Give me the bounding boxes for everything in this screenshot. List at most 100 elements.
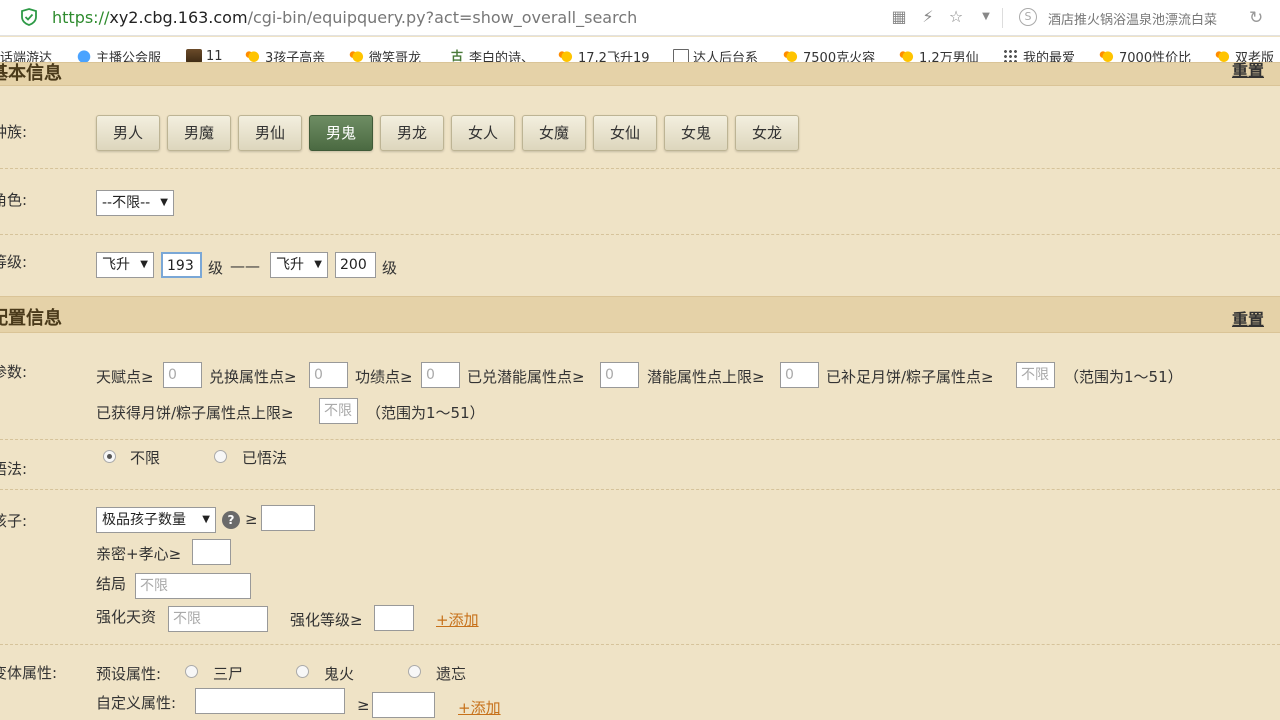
intimacy-label: 亲密+孝心≥ [96,545,182,563]
exchange-label: 兑换属性点≥ [209,368,297,386]
toolbar-divider [1002,8,1003,28]
chevron-down-icon: ▼ [314,259,322,270]
custom-attr-label: 自定义属性: [96,694,177,712]
ending-input[interactable]: 不限 [135,573,251,599]
mooncake-input[interactable]: 不限 [1016,362,1055,388]
role-select[interactable]: --不限-- ▼ [96,190,174,216]
race-button-female-human[interactable]: 女人 [451,115,515,151]
mooncake-max-input[interactable]: 不限 [319,398,358,424]
potential-max-input[interactable]: 0 [780,362,819,388]
custom-attr-input[interactable] [195,688,345,714]
row-divider [0,234,1280,235]
level-from-type-select[interactable]: 飞升 ▼ [96,252,154,278]
preset-option-label: 三尸 [213,665,244,683]
potential-value: 0 [605,367,614,383]
strength-level-input[interactable] [374,605,414,631]
mooncake-placeholder: 不限 [1021,367,1049,383]
grid-icon [1003,49,1019,63]
address-bar[interactable]: https://xy2.cbg.163.com/cgi-bin/equipque… [0,0,1280,36]
race-button-male-immortal[interactable]: 男仙 [238,115,302,151]
refresh-icon[interactable]: ↻ [1249,8,1263,28]
exchange-value: 0 [314,367,323,383]
talent-label: 天赋点≥ [96,368,154,386]
duck-icon [1099,49,1115,63]
preset-option-label: 遗忘 [436,665,467,683]
merit-value: 0 [426,367,435,383]
child-count-input[interactable] [261,505,315,531]
add-child-condition-link[interactable]: +添加 [436,609,479,630]
chevron-down-icon[interactable]: ▼ [977,8,995,26]
talent-input[interactable]: 0 [163,362,202,388]
race-button-male-dragon[interactable]: 男龙 [380,115,444,151]
race-button-male-demon[interactable]: 男魔 [167,115,231,151]
search-engine-icon[interactable]: S [1019,8,1037,26]
race-label: 种族: [0,123,28,141]
ending-label: 结局 [96,575,127,593]
duck-icon [1215,49,1231,63]
potential-input[interactable]: 0 [600,362,639,388]
merit-input[interactable]: 0 [421,362,460,388]
strength-label: 强化天资 [96,608,157,626]
level-to-value: 200 [340,257,367,273]
race-button-female-ghost[interactable]: 女鬼 [664,115,728,151]
doc-icon [673,49,689,63]
mooncake-label: 已补足月饼/粽子属性点≥ [826,368,994,386]
intimacy-input[interactable] [192,539,231,565]
exchange-input[interactable]: 0 [309,362,348,388]
strength-placeholder: 不限 [173,611,201,627]
help-icon[interactable]: ? [222,511,240,529]
page-content: 基本信息 重置 种族: 男人 男魔 男仙 男鬼 男龙 女人 女魔 女仙 女鬼 女… [0,61,1280,720]
url-text[interactable]: https://xy2.cbg.163.com/cgi-bin/equipque… [52,8,637,27]
role-select-value: --不限-- [102,195,151,211]
enlight-radio-any[interactable] [103,450,116,463]
config-info-header: 配置信息 重置 [0,296,1280,333]
level-label: 等级: [0,253,28,271]
preset-option-label: 鬼火 [324,665,355,683]
lightning-icon[interactable]: ⚡ [919,8,937,26]
preset-radio-yiwang[interactable] [408,665,421,678]
mooncake-max-placeholder: 不限 [324,403,352,419]
row-divider [0,489,1280,490]
chevron-down-icon: ▼ [202,514,210,525]
enlight-radio-done[interactable] [214,450,227,463]
basic-info-header: 基本信息 重置 [0,61,1280,86]
race-button-male-human[interactable]: 男人 [96,115,160,151]
cloud-icon [76,49,92,63]
basic-reset-link[interactable]: 重置 [1232,57,1264,81]
url-path: /cgi-bin/equipquery.py?act=show_overall_… [247,8,638,27]
custom-attr-value-input[interactable] [372,692,435,718]
level-to-type-select[interactable]: 飞升 ▼ [270,252,328,278]
level-from-input[interactable]: 193 [161,252,202,278]
race-button-male-ghost[interactable]: 男鬼 [309,115,373,151]
qr-code-icon[interactable]: ▦ [890,8,908,26]
race-button-female-dragon[interactable]: 女龙 [735,115,799,151]
strength-input[interactable]: 不限 [168,606,268,632]
ge-symbol: ≥ [245,510,258,528]
level-to-input[interactable]: 200 [335,252,376,278]
strength-level-label: 强化等级≥ [290,611,363,629]
params-label: 参数: [0,363,28,381]
config-reset-link[interactable]: 重置 [1232,306,1264,330]
ending-placeholder: 不限 [140,578,168,594]
child-select[interactable]: 极品孩子数量 ▼ [96,507,216,533]
ge-symbol: ≥ [357,696,370,714]
add-custom-attr-link[interactable]: +添加 [458,697,501,718]
enlight-label: 悟法: [0,460,28,478]
preset-radio-guihuo[interactable] [296,665,309,678]
potential-max-label: 潜能属性点上限≥ [647,368,765,386]
potential-label: 已兑潜能属性点≥ [467,368,585,386]
url-host: xy2.cbg.163.com [109,8,248,27]
race-button-female-immortal[interactable]: 女仙 [593,115,657,151]
preset-label: 预设属性: [96,665,162,683]
level-unit-text: 级 [382,259,398,277]
level-to-type-value: 飞升 [276,257,304,273]
game-icon [186,49,202,63]
duck-icon [783,49,799,63]
role-label: 角色: [0,191,28,209]
star-icon[interactable]: ☆ [947,8,965,26]
hot-search-text[interactable]: 酒店推火锅浴温泉池漂流白菜 [1048,9,1238,28]
race-button-female-demon[interactable]: 女魔 [522,115,586,151]
level-from-type-value: 飞升 [102,257,130,273]
config-info-title: 配置信息 [0,308,62,329]
preset-radio-sanshi[interactable] [185,665,198,678]
